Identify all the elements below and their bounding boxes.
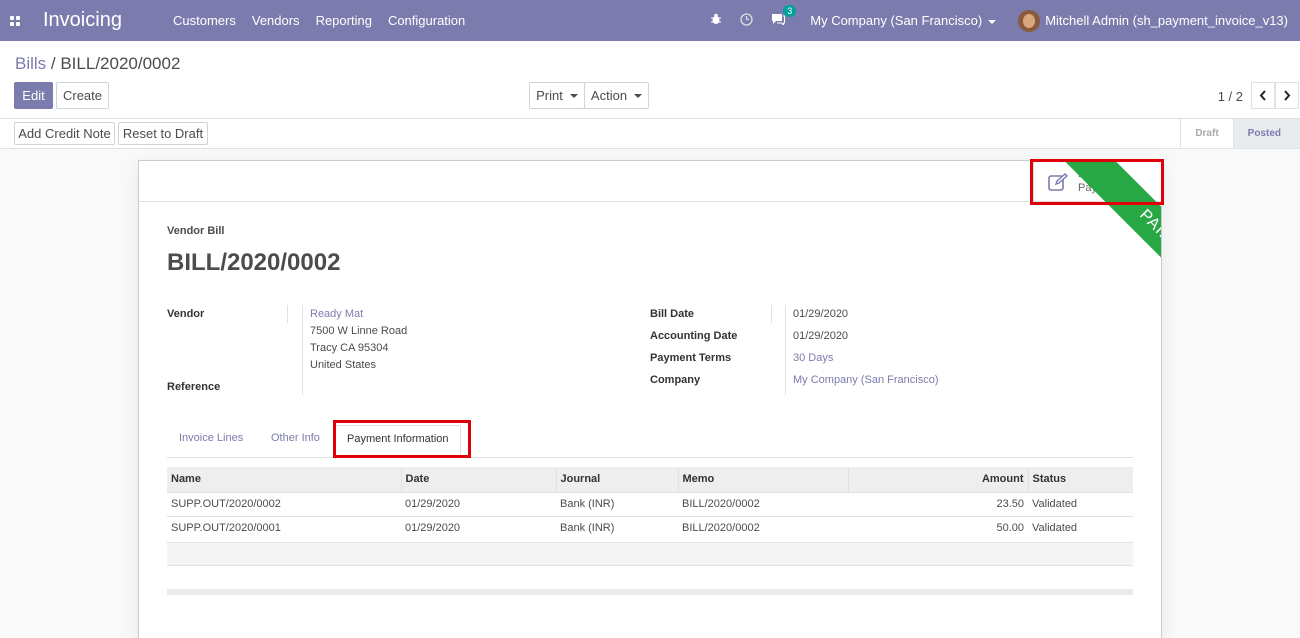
table-footer [167, 589, 1133, 595]
notebook-tabs: Invoice Lines Other Info Payment Informa… [167, 425, 1133, 459]
cell-status: Validated [1028, 491, 1133, 516]
edit-button[interactable]: Edit [14, 82, 53, 109]
bill-date-label: Bill Date [650, 308, 695, 320]
page-title: BILL/2020/0002 [167, 249, 341, 276]
vendor-name-link[interactable]: Ready Mat [310, 308, 363, 320]
chevron-right-icon [1284, 90, 1291, 101]
messages-count-badge: 3 [783, 5, 797, 17]
accounting-date-label: Accounting Date [650, 330, 738, 342]
accounting-date-value: 01/29/2020 [793, 330, 849, 342]
bill-date-value: 01/29/2020 [793, 308, 849, 320]
menu-customers[interactable]: Customers [173, 13, 236, 28]
status-stages: Draft Posted [1180, 119, 1300, 148]
cell-amount: 23.50 [848, 491, 1028, 516]
cell-date: 01/29/2020 [401, 491, 556, 516]
add-credit-note-button[interactable]: Add Credit Note [14, 122, 115, 145]
company-switcher[interactable]: My Company (San Francisco) [810, 13, 997, 28]
pager-next-button[interactable] [1275, 82, 1299, 109]
chevron-down-icon [569, 93, 578, 98]
cell-name: SUPP.OUT/2020/0001 [167, 515, 401, 540]
messages-icon[interactable]: 3 [771, 5, 797, 28]
status-bar: Add Credit Note Reset to Draft Draft Pos… [0, 119, 1300, 149]
vendor-label: Vendor [167, 308, 205, 320]
avatar [1018, 9, 1041, 32]
chevron-left-icon [1259, 90, 1266, 101]
cell-name: SUPP.OUT/2020/0002 [167, 491, 401, 516]
payment-terms-label: Payment Terms [650, 352, 732, 364]
field-separator [785, 305, 786, 395]
column-header-amount[interactable]: Amount [848, 467, 1029, 492]
column-header-status[interactable]: Status [1028, 467, 1133, 492]
clock-icon[interactable] [740, 12, 753, 29]
breadcrumb-current: BILL/2020/0002 [60, 54, 181, 73]
table-empty-row [167, 542, 1133, 566]
chevron-down-icon [634, 93, 643, 98]
table-row[interactable]: SUPP.OUT/2020/0001 01/29/2020 Bank (INR)… [167, 515, 1133, 540]
document-type: Vendor Bill [167, 225, 225, 237]
pager-value[interactable]: 1 / 2 [1218, 89, 1243, 104]
create-button[interactable]: Create [56, 82, 109, 109]
smart-button-box: 2 Payments [139, 161, 1161, 202]
breadcrumb: Bills / BILL/2020/0002 [15, 54, 180, 74]
vendor-city: Tracy CA 95304 [310, 342, 389, 354]
user-menu[interactable]: Mitchell Admin (sh_payment_invoice_v13) [1018, 9, 1288, 32]
label-separator [771, 305, 772, 323]
stage-posted: Posted [1232, 119, 1300, 148]
paid-ribbon-text: PAID [1061, 161, 1161, 259]
user-name: Mitchell Admin (sh_payment_invoice_v13) [1045, 13, 1288, 28]
field-separator [302, 305, 303, 395]
menu-reporting[interactable]: Reporting [316, 13, 372, 28]
column-header-journal[interactable]: Journal [556, 467, 679, 492]
label-separator [287, 305, 288, 323]
breadcrumb-bills[interactable]: Bills [15, 54, 46, 73]
pager-previous-button[interactable] [1251, 82, 1275, 109]
table-row[interactable]: SUPP.OUT/2020/0002 01/29/2020 Bank (INR)… [167, 491, 1133, 516]
cell-date: 01/29/2020 [401, 515, 556, 540]
table-header-row: Name Date Journal Memo Amount Status [167, 467, 1133, 492]
reference-label: Reference [167, 381, 221, 393]
column-header-name[interactable]: Name [167, 467, 402, 492]
cell-memo: BILL/2020/0002 [678, 515, 848, 540]
payments-table: Name Date Journal Memo Amount Status SUP… [167, 467, 1133, 540]
cell-status: Validated [1028, 515, 1133, 540]
breadcrumb-separator: / [46, 54, 61, 73]
column-header-memo[interactable]: Memo [678, 467, 849, 492]
apps-menu-icon[interactable] [0, 0, 30, 41]
action-button[interactable]: Action [584, 82, 649, 109]
top-navbar: Invoicing Customers Vendors Reporting Co… [0, 0, 1300, 41]
menu-configuration[interactable]: Configuration [388, 13, 465, 28]
action-label: Action [590, 88, 628, 103]
cell-memo: BILL/2020/0002 [678, 491, 848, 516]
column-header-date[interactable]: Date [401, 467, 557, 492]
paid-ribbon: PAID [1053, 161, 1161, 259]
tab-other-info[interactable]: Other Info [271, 432, 320, 444]
chevron-down-icon [988, 19, 997, 24]
print-label: Print [536, 88, 563, 103]
stage-draft: Draft [1180, 119, 1232, 148]
vendor-country: United States [310, 359, 377, 371]
cell-journal: Bank (INR) [556, 491, 678, 516]
tab-payment-information[interactable]: Payment Information [335, 425, 461, 459]
menu-vendors[interactable]: Vendors [252, 13, 300, 28]
company-label: Company [650, 374, 701, 386]
company-name: My Company (San Francisco) [810, 13, 983, 28]
payment-terms-link[interactable]: 30 Days [793, 352, 833, 364]
print-button[interactable]: Print [529, 82, 585, 109]
form-sheet: 2 Payments PAID Vendor Bill BILL/2020/00… [138, 160, 1162, 638]
control-panel: Bills / BILL/2020/0002 Edit Create Print… [0, 41, 1300, 119]
reset-to-draft-button[interactable]: Reset to Draft [118, 122, 208, 145]
company-link[interactable]: My Company (San Francisco) [793, 374, 939, 386]
app-name[interactable]: Invoicing [43, 9, 160, 32]
cell-amount: 50.00 [848, 515, 1028, 540]
cell-journal: Bank (INR) [556, 515, 678, 540]
tab-invoice-lines[interactable]: Invoice Lines [179, 432, 243, 444]
vendor-street: 7500 W Linne Road [310, 325, 408, 337]
bug-icon[interactable] [710, 13, 722, 28]
